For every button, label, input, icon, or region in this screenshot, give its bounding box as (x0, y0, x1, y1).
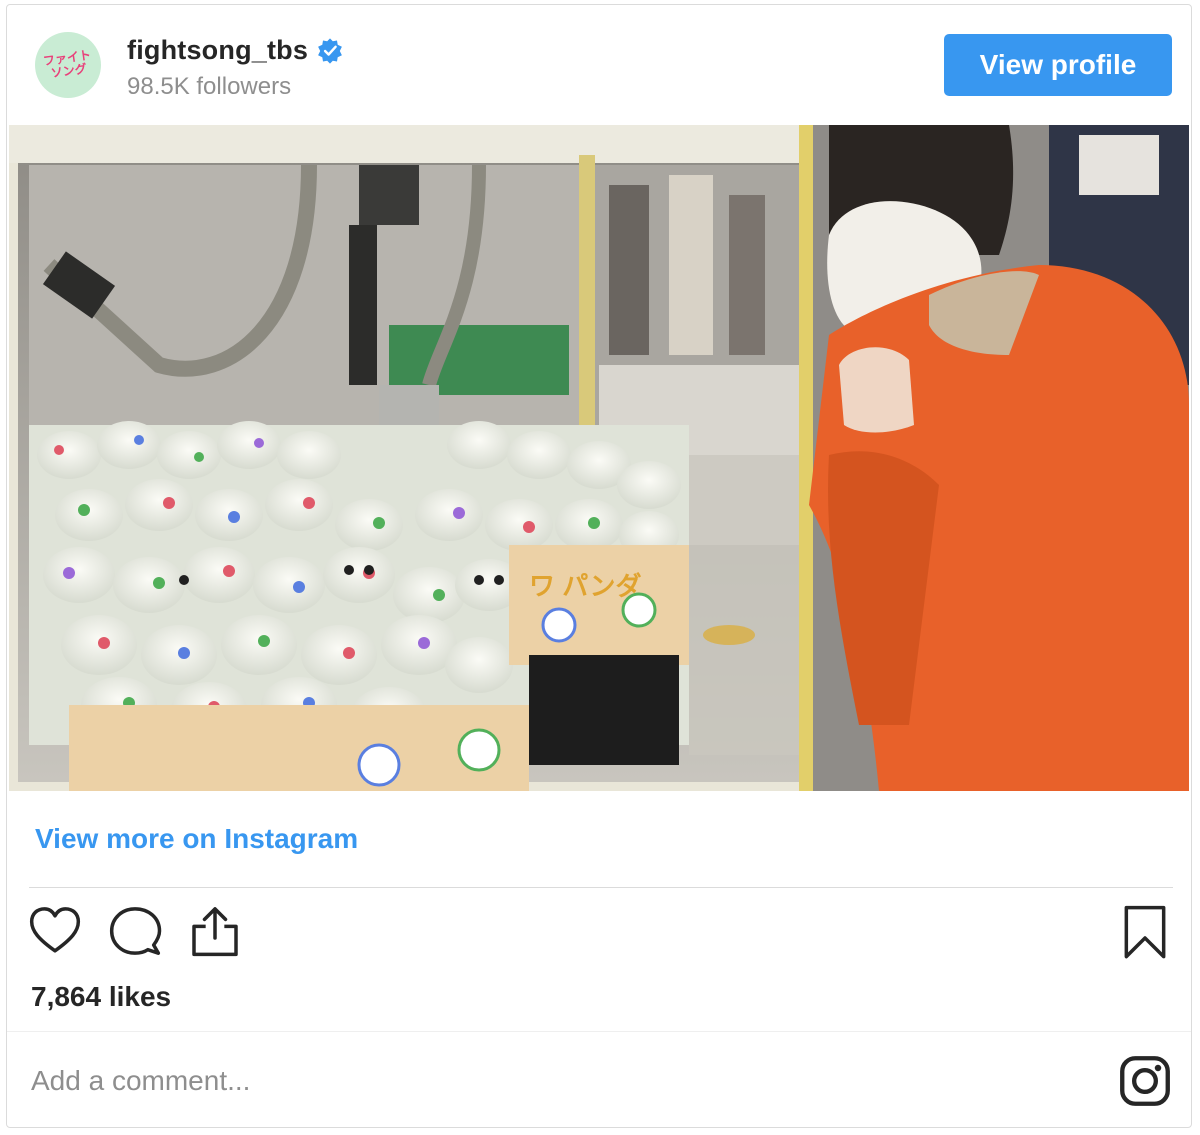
divider (29, 887, 1173, 888)
username-row: fightsong_tbs (127, 35, 344, 66)
avatar-line2: ソング (50, 61, 88, 81)
instagram-icon[interactable] (1119, 1055, 1171, 1107)
comment-input[interactable]: Add a comment... (31, 1065, 250, 1097)
verified-badge-icon (318, 37, 342, 64)
avatar[interactable]: ファイト ソング (35, 32, 101, 98)
bookmark-icon[interactable] (1117, 903, 1173, 959)
username[interactable]: fightsong_tbs (127, 35, 308, 66)
instagram-embed-card: ファイト ソング fightsong_tbs 98.5K followers V… (6, 4, 1192, 1128)
post-header: ファイト ソング fightsong_tbs 98.5K followers V… (7, 5, 1191, 123)
action-bar (7, 903, 1191, 967)
share-icon[interactable] (187, 903, 243, 959)
divider (7, 1031, 1191, 1032)
post-media[interactable]: ワ パンダ (9, 125, 1189, 791)
view-more-link[interactable]: View more on Instagram (35, 823, 358, 855)
sign-text: ワ パンダ (529, 571, 642, 601)
view-profile-button[interactable]: View profile (944, 34, 1172, 96)
post-photo: ワ パンダ (9, 125, 1189, 791)
comment-icon[interactable] (107, 903, 163, 959)
likes-count[interactable]: 7,864 likes (31, 981, 171, 1013)
avatar-logo: ファイト ソング (35, 32, 101, 98)
followers-count: 98.5K followers (127, 73, 292, 100)
heart-icon[interactable] (27, 903, 83, 959)
